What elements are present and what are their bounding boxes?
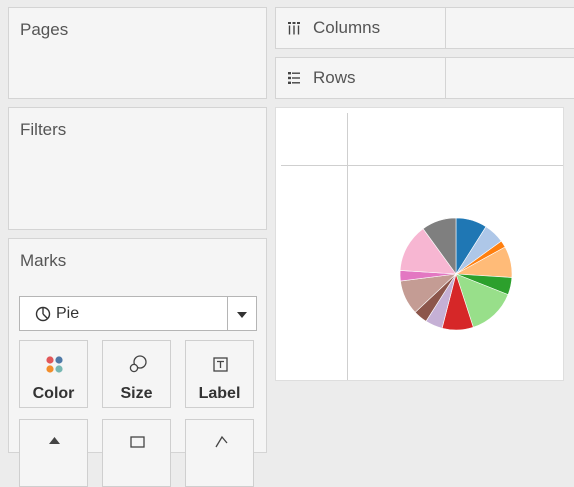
color-dot xyxy=(46,356,54,364)
tooltip-icon xyxy=(130,436,145,448)
size-button[interactable]: Size xyxy=(102,340,171,408)
size-button-label: Size xyxy=(120,385,153,402)
columns-icon xyxy=(288,22,300,35)
chevron-down-icon[interactable] xyxy=(237,312,247,318)
mark-type-label: Pie xyxy=(56,305,80,322)
filters-title: Filters xyxy=(20,120,67,139)
label-icon xyxy=(213,357,228,372)
view-canvas[interactable] xyxy=(275,107,564,381)
angle-icon xyxy=(215,435,228,448)
rows-icon xyxy=(288,72,300,84)
color-dot xyxy=(55,356,63,364)
color-icon xyxy=(46,356,63,373)
color-button-label: Color xyxy=(32,385,75,402)
color-dot xyxy=(46,365,54,373)
tooltip-button[interactable] xyxy=(102,419,171,487)
pie-icon xyxy=(35,306,51,322)
pie-chart[interactable] xyxy=(394,212,518,336)
color-dot xyxy=(55,365,63,373)
label-button-label: Label xyxy=(198,385,241,402)
color-button[interactable]: Color xyxy=(19,340,88,408)
view-gridline-horizontal xyxy=(281,165,563,166)
view-gridline-vertical xyxy=(347,113,348,380)
pages-shelf[interactable]: Pages xyxy=(8,7,267,99)
marks-title: Marks xyxy=(20,251,67,270)
columns-shelf[interactable]: Columns xyxy=(275,7,574,49)
detail-button[interactable] xyxy=(19,419,88,487)
dropdown-divider xyxy=(227,297,228,330)
columns-label: Columns xyxy=(313,18,381,37)
mark-type-dropdown[interactable]: Pie xyxy=(19,296,257,331)
detail-icon xyxy=(49,437,60,444)
angle-button[interactable] xyxy=(185,419,254,487)
filters-shelf[interactable]: Filters xyxy=(8,107,267,230)
columns-drop-divider xyxy=(445,8,446,48)
marks-card: Marks Pie Color Size Label xyxy=(8,238,267,487)
rows-label: Rows xyxy=(313,68,356,87)
rows-shelf[interactable]: Rows xyxy=(275,57,574,99)
label-button[interactable]: Label xyxy=(185,340,254,408)
rows-drop-divider xyxy=(445,58,446,98)
size-icon xyxy=(129,355,147,373)
pages-title: Pages xyxy=(20,20,69,39)
